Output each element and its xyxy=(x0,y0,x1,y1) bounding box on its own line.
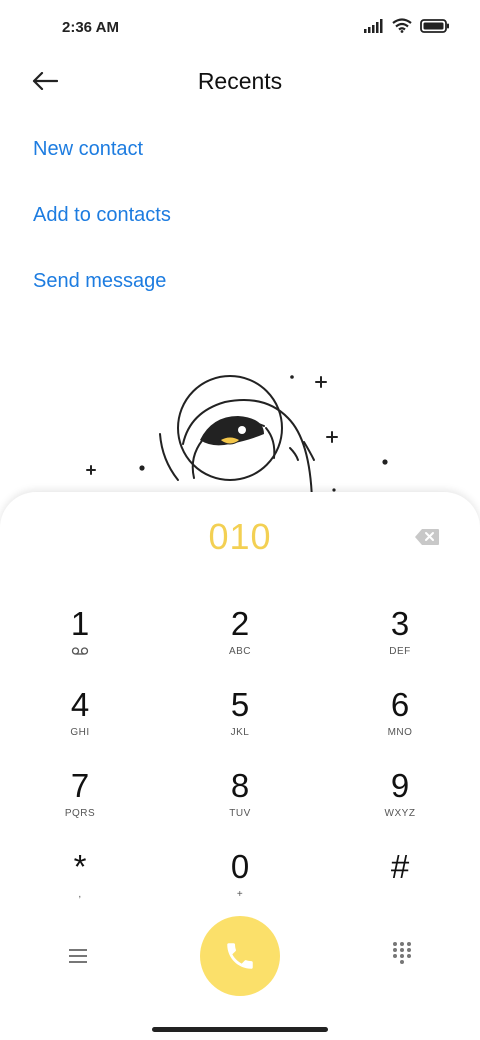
dialpad-panel: 010 1 2 ABC 3 DEF 4 GHI 5 JKL 6 MNO 7 PQ… xyxy=(0,492,480,1040)
key-digit: # xyxy=(390,848,410,885)
key-letters xyxy=(340,889,460,903)
key-digit: 8 xyxy=(230,767,250,804)
key-digit: 1 xyxy=(70,605,90,642)
key-8[interactable]: 8 TUV xyxy=(180,766,300,838)
add-to-contacts-link[interactable]: Add to contacts xyxy=(33,186,171,252)
actions-list: New contact Add to contacts Send message xyxy=(33,120,171,318)
key-4[interactable]: 4 GHI xyxy=(20,685,140,757)
status-time: 2:36 AM xyxy=(62,19,119,36)
key-letters: ABC xyxy=(228,646,252,657)
key-letters: MNO xyxy=(387,727,413,738)
key-9[interactable]: 9 WXYZ xyxy=(340,766,460,838)
voicemail-icon xyxy=(20,646,140,660)
key-5[interactable]: 5 JKL xyxy=(180,685,300,757)
key-0[interactable]: 0 + xyxy=(180,847,300,919)
penguin-illustration xyxy=(86,375,388,500)
page-title: Recents xyxy=(197,68,283,94)
backspace-icon[interactable] xyxy=(414,528,440,546)
dialpad-bottom-bar xyxy=(0,916,480,996)
home-indicator[interactable] xyxy=(152,1027,328,1032)
key-1[interactable]: 1 xyxy=(20,604,140,676)
signal-icon xyxy=(364,18,383,33)
battery-icon xyxy=(420,18,449,33)
menu-icon[interactable] xyxy=(64,944,92,968)
key-letters: WXYZ xyxy=(384,808,416,819)
key-digit: 4 xyxy=(70,686,90,723)
key-3[interactable]: 3 DEF xyxy=(340,604,460,676)
header: Recents xyxy=(0,56,480,108)
key-2[interactable]: 2 ABC xyxy=(180,604,300,676)
call-button[interactable] xyxy=(200,916,280,996)
send-message-link[interactable]: Send message xyxy=(33,252,171,318)
key-letters: , xyxy=(78,889,82,900)
status-bar: 2:36 AM xyxy=(0,0,480,56)
key-letters: DEF xyxy=(389,646,411,657)
key-digit: 6 xyxy=(390,686,410,723)
key-digit: 9 xyxy=(390,767,410,804)
phone-icon xyxy=(227,943,253,969)
status-icons xyxy=(364,18,450,33)
key-letters: PQRS xyxy=(64,808,96,819)
key-letters: + xyxy=(236,889,244,900)
key-digit: 2 xyxy=(230,605,250,642)
key-7[interactable]: 7 PQRS xyxy=(20,766,140,838)
key-digit: 3 xyxy=(390,605,410,642)
key-star[interactable]: * , xyxy=(20,847,140,919)
key-digit: 7 xyxy=(70,767,90,804)
key-hash[interactable]: # xyxy=(340,847,460,919)
dialed-number: 010 xyxy=(208,516,272,557)
key-digit: 5 xyxy=(230,686,250,723)
key-letters: TUV xyxy=(229,808,251,819)
new-contact-link[interactable]: New contact xyxy=(33,120,171,186)
key-letters: GHI xyxy=(70,727,90,738)
key-digit: * xyxy=(73,848,87,885)
wifi-icon xyxy=(392,18,412,33)
key-6[interactable]: 6 MNO xyxy=(340,685,460,757)
key-digit: 0 xyxy=(230,848,250,885)
key-letters: JKL xyxy=(230,727,250,738)
keypad-grid-icon[interactable] xyxy=(390,940,414,964)
